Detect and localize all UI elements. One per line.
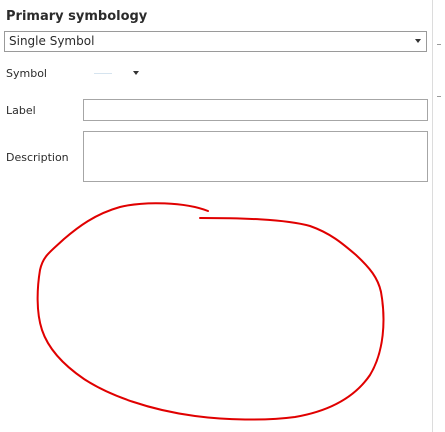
symbology-panel: Primary symbology Single Symbol Symbol L…	[0, 0, 445, 432]
annotation-stroke	[36, 202, 385, 421]
red-circle-annotation	[36, 202, 385, 421]
